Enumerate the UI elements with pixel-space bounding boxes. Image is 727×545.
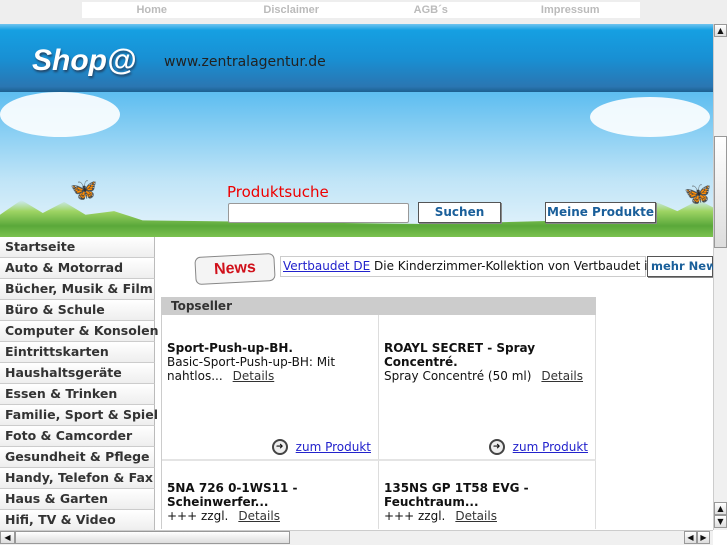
topseller-title: Topseller — [162, 298, 595, 315]
product-desc: +++ zzgl. — [384, 509, 446, 523]
sidebar-item[interactable]: Haushaltsgeräte — [0, 363, 155, 384]
scroll-left-icon[interactable]: ◀ — [0, 531, 15, 544]
search-input[interactable] — [228, 203, 409, 223]
product-title: 5NA 726 0-1WS11 - Scheinwerfer... — [167, 481, 298, 509]
cloud — [0, 92, 120, 137]
sidebar-item[interactable]: Hifi, TV & Video — [0, 510, 155, 531]
more-news-button[interactable]: mehr News — [647, 256, 724, 277]
product-card: 135NS GP 1T58 EVG - Feuchtraum... +++ zz… — [379, 461, 596, 529]
scroll-thumb[interactable] — [15, 531, 290, 544]
logo[interactable]: Shop@ — [32, 44, 136, 78]
scroll-down-icon[interactable]: ▼ — [714, 515, 727, 528]
product-title: 135NS GP 1T58 EVG - Feuchtraum... — [384, 481, 529, 509]
search-label: Produktsuche — [227, 183, 329, 201]
topseller-panel: Topseller Sport-Push-up-BH. Basic-Sport-… — [161, 297, 596, 529]
to-product-link[interactable]: zum Produkt — [513, 440, 588, 454]
news-link[interactable]: Vertbaudet DE — [283, 259, 370, 273]
scroll-up-icon[interactable]: ▲ — [714, 502, 727, 515]
sidebar-item[interactable]: Bücher, Musik & Film — [0, 279, 155, 300]
product-title: ROAYL SECRET - Spray Concentré. — [384, 341, 536, 369]
details-link[interactable]: Details — [233, 369, 275, 383]
sidebar-item[interactable]: Haus & Garten — [0, 489, 155, 510]
to-product-link[interactable]: zum Produkt — [296, 440, 371, 454]
product-card: 5NA 726 0-1WS11 - Scheinwerfer... +++ zz… — [162, 461, 379, 529]
product-desc: Spray Concentré (50 ml) — [384, 369, 532, 383]
nav-home[interactable]: Home — [82, 2, 222, 18]
product-desc: +++ zzgl. — [167, 509, 229, 523]
scroll-thumb[interactable] — [714, 136, 727, 248]
nav-impressum[interactable]: Impressum — [501, 2, 641, 18]
product-card: ROAYL SECRET - Spray Concentré. Spray Co… — [379, 315, 596, 461]
details-link[interactable]: Details — [238, 509, 280, 523]
sidebar-item[interactable]: Computer & Konsolen — [0, 321, 159, 342]
top-nav: Home Disclaimer AGB´s Impressum — [82, 2, 640, 18]
product-card: Sport-Push-up-BH. Basic-Sport-Push-up-BH… — [162, 315, 379, 461]
sidebar-item[interactable]: Büro & Schule — [0, 300, 155, 321]
butterfly-icon: 🦋 — [70, 178, 98, 203]
search-button[interactable]: Suchen — [418, 202, 501, 223]
sidebar-item[interactable]: Familie, Sport & Spiel — [0, 405, 158, 426]
sidebar-item[interactable]: Essen & Trinken — [0, 384, 155, 405]
horizontal-scrollbar[interactable]: ◀ ◀ ▶ — [0, 530, 713, 545]
site-url: www.zentralagentur.de — [164, 54, 326, 70]
my-products-button[interactable]: Meine Produkte — [545, 202, 656, 223]
sidebar-item[interactable]: Auto & Motorrad — [0, 258, 155, 279]
news-badge: News — [194, 252, 276, 286]
scroll-right-icon[interactable]: ▶ — [697, 531, 710, 544]
sidebar-item[interactable]: Eintrittskarten — [0, 342, 155, 363]
category-sidebar: Startseite Auto & Motorrad Bücher, Musik… — [0, 237, 159, 531]
nav-disclaimer[interactable]: Disclaimer — [222, 2, 362, 18]
cloud — [590, 97, 710, 137]
sidebar-item[interactable]: Startseite — [0, 237, 155, 258]
sidebar-item[interactable]: Foto & Camcorder — [0, 426, 155, 447]
vertical-scrollbar[interactable]: ▲ ▲ ▼ — [713, 24, 727, 530]
arrow-right-icon[interactable]: ➜ — [271, 439, 288, 455]
scroll-left-icon[interactable]: ◀ — [684, 531, 697, 544]
details-link[interactable]: Details — [541, 369, 583, 383]
sidebar-item[interactable]: Handy, Telefon & Fax — [0, 468, 155, 489]
product-title: Sport-Push-up-BH. — [167, 341, 293, 355]
butterfly-icon: 🦋 — [684, 182, 712, 207]
scroll-up-icon[interactable]: ▲ — [714, 24, 727, 37]
nav-agb[interactable]: AGB´s — [361, 2, 501, 18]
sidebar-item[interactable]: Gesundheit & Pflege — [0, 447, 155, 468]
news-text: Die Kinderzimmer-Kollektion von Vertbaud… — [370, 259, 666, 273]
arrow-right-icon[interactable]: ➜ — [488, 439, 505, 455]
news-ticker: Vertbaudet DE Die Kinderzimmer-Kollektio… — [280, 256, 665, 277]
details-link[interactable]: Details — [455, 509, 497, 523]
